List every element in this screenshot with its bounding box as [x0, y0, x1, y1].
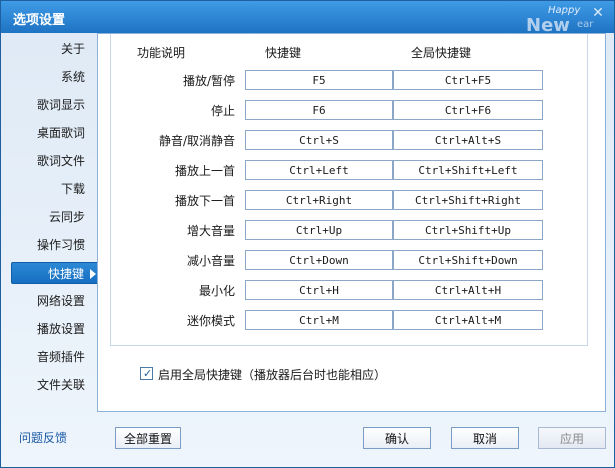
reset-all-button[interactable]: 全部重置 [115, 427, 181, 449]
hotkeys-table: 功能说明 快捷键 全局快捷键 播放/暂停 F5 Ctrl+F5 停止 F6 Ct… [110, 34, 588, 346]
close-icon[interactable]: ✕ [590, 5, 606, 21]
feedback-link[interactable]: 问题反馈 [19, 429, 67, 446]
column-header-hotkey: 快捷键 [265, 46, 302, 60]
global-hotkey-field[interactable]: Ctrl+Shift+Up [393, 220, 543, 240]
sidebar: 关于 系统 歌词显示 桌面歌词 歌词文件 下载 云同步 操作习惯 快捷键 网络设… [1, 33, 103, 403]
global-hotkey-field[interactable]: Ctrl+F5 [393, 70, 543, 90]
sidebar-item-label: 播放设置 [36, 322, 85, 336]
row-label: 增大音量 [186, 224, 235, 238]
row-label: 播放/暂停 [182, 74, 235, 88]
global-hotkey-field[interactable]: Ctrl+Alt+H [393, 280, 543, 300]
global-hotkey-field[interactable]: Ctrl+Shift+Right [393, 190, 543, 210]
global-hotkey-field[interactable]: Ctrl+Shift+Down [393, 250, 543, 270]
sidebar-item-lyrics-files[interactable]: 歌词文件 [11, 150, 103, 172]
hotkey-field[interactable]: F5 [245, 70, 393, 90]
sidebar-item-about[interactable]: 关于 [11, 38, 103, 60]
ok-button[interactable]: 确认 [363, 427, 431, 449]
hotkey-field[interactable]: Ctrl+H [245, 280, 393, 300]
row-label: 静音/取消静音 [158, 134, 235, 148]
checkmark-icon: ✓ [143, 367, 153, 380]
row-label: 减小音量 [186, 254, 235, 268]
sidebar-item-label: 桌面歌词 [36, 126, 85, 140]
sidebar-item-desktop-lyrics[interactable]: 桌面歌词 [11, 122, 103, 144]
hotkey-field[interactable]: F6 [245, 100, 393, 120]
sidebar-item-cloud-sync[interactable]: 云同步 [11, 206, 103, 228]
global-hotkey-field[interactable]: Ctrl+Alt+S [393, 130, 543, 150]
options-window: 选项设置 Happy New ear ✕ 关于 系统 歌词显示 桌面歌词 歌词文… [0, 0, 615, 468]
sidebar-item-habits[interactable]: 操作习惯 [11, 234, 103, 256]
sidebar-item-lyrics-display[interactable]: 歌词显示 [11, 94, 103, 116]
hotkey-field[interactable]: Ctrl+M [245, 310, 393, 330]
sidebar-item-label: 系统 [60, 70, 85, 84]
column-header-function: 功能说明 [137, 46, 186, 60]
row-label: 迷你模式 [186, 314, 235, 328]
sidebar-item-label: 网络设置 [36, 294, 85, 308]
hotkey-field[interactable]: Ctrl+Down [245, 250, 393, 270]
column-header-global-hotkey: 全局快捷键 [411, 46, 472, 60]
sidebar-item-label: 关于 [60, 42, 85, 56]
sidebar-item-file-associations[interactable]: 文件关联 [11, 374, 103, 396]
sidebar-item-label: 操作习惯 [36, 238, 85, 252]
sidebar-item-playback[interactable]: 播放设置 [11, 318, 103, 340]
enable-global-hotkeys-label: 启用全局快捷键（播放器后台时也能相应） [158, 368, 387, 382]
title-bar: 选项设置 Happy New ear ✕ [1, 1, 614, 36]
sidebar-item-label: 歌词文件 [36, 154, 85, 168]
global-hotkey-field[interactable]: Ctrl+Shift+Left [393, 160, 543, 180]
sidebar-item-label: 歌词显示 [36, 98, 85, 112]
window-title: 选项设置 [13, 13, 66, 28]
cancel-button[interactable]: 取消 [451, 427, 519, 449]
arrow-right-icon [90, 269, 96, 279]
row-label: 停止 [210, 104, 235, 118]
hotkey-field[interactable]: Ctrl+Up [245, 220, 393, 240]
sidebar-item-hotkeys[interactable]: 快捷键 [11, 262, 103, 284]
hotkey-field[interactable]: Ctrl+S [245, 130, 393, 150]
apply-button[interactable]: 应用 [538, 427, 606, 449]
sidebar-item-label: 云同步 [48, 210, 85, 224]
brand-decoration: Happy New ear [526, 5, 596, 36]
row-label: 播放上一首 [174, 164, 235, 178]
enable-global-hotkeys-checkbox[interactable]: ✓ [140, 367, 153, 380]
row-label: 播放下一首 [174, 194, 235, 208]
sidebar-item-label: 音频插件 [36, 350, 85, 364]
row-label: 最小化 [198, 284, 235, 298]
global-hotkey-field[interactable]: Ctrl+F6 [393, 100, 543, 120]
hotkey-field[interactable]: Ctrl+Left [245, 160, 393, 180]
sidebar-item-label: 快捷键 [47, 267, 84, 281]
sidebar-item-system[interactable]: 系统 [11, 66, 103, 88]
sidebar-item-audio-plugins[interactable]: 音频插件 [11, 346, 103, 368]
sidebar-item-network[interactable]: 网络设置 [11, 290, 103, 312]
sidebar-item-download[interactable]: 下载 [11, 178, 103, 200]
sidebar-item-label: 下载 [60, 182, 85, 196]
hotkey-field[interactable]: Ctrl+Right [245, 190, 393, 210]
hotkeys-panel: 功能说明 快捷键 全局快捷键 播放/暂停 F5 Ctrl+F5 停止 F6 Ct… [97, 33, 606, 412]
global-hotkey-field[interactable]: Ctrl+Alt+M [393, 310, 543, 330]
sidebar-item-label: 文件关联 [36, 378, 85, 392]
